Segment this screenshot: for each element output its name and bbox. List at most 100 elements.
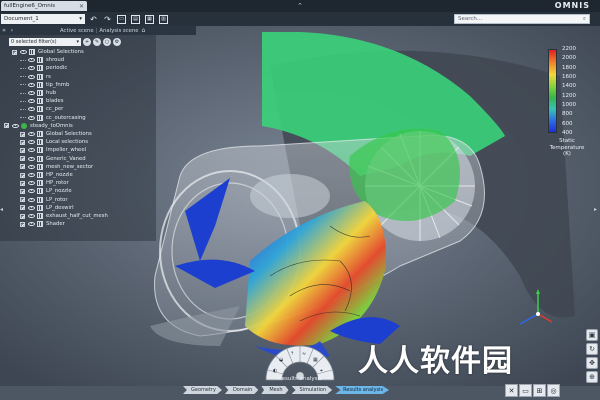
- workflow-step-geometry[interactable]: Geometry: [183, 386, 222, 394]
- checkbox[interactable]: [20, 131, 25, 137]
- checkbox[interactable]: [12, 49, 17, 55]
- checkbox[interactable]: [20, 188, 25, 194]
- eye-icon[interactable]: [28, 82, 35, 87]
- eye-icon[interactable]: [28, 164, 35, 169]
- tree-row[interactable]: Global Selections: [20, 130, 92, 138]
- right-collapse-icon[interactable]: ▸: [594, 206, 600, 213]
- collapse-chevron-icon[interactable]: ⌃: [294, 1, 306, 11]
- save-as-icon[interactable]: ▤: [130, 14, 141, 25]
- chevron-down-icon: ▾: [76, 39, 79, 45]
- checkbox[interactable]: [20, 172, 25, 178]
- workflow-step-simulation[interactable]: Simulation: [291, 386, 333, 394]
- tree-row[interactable]: blades: [20, 97, 63, 105]
- close-icon[interactable]: ✕: [79, 3, 84, 10]
- eye-icon[interactable]: [20, 50, 27, 54]
- eye-icon[interactable]: [28, 66, 35, 71]
- tree-row[interactable]: mesh_new_sector: [20, 163, 93, 171]
- eye-icon[interactable]: [28, 132, 35, 136]
- checkbox[interactable]: [4, 123, 9, 129]
- tree-row[interactable]: rs: [20, 73, 51, 81]
- filter-edit-icon[interactable]: ✎: [93, 38, 101, 46]
- tree-row[interactable]: HP_nozzle: [20, 171, 73, 179]
- zoom-icon[interactable]: ⊕: [586, 371, 598, 383]
- export-icon[interactable]: ▦: [144, 14, 155, 25]
- eye-icon[interactable]: [28, 181, 35, 186]
- analysis-scene-tab[interactable]: Analysis scene: [99, 28, 138, 34]
- eye-icon[interactable]: [28, 205, 35, 210]
- checkbox[interactable]: [20, 180, 25, 186]
- tree-row-label: steady_toOmnis: [30, 122, 73, 129]
- checkbox[interactable]: [20, 197, 25, 203]
- back-arrow-icon[interactable]: «: [0, 27, 8, 34]
- pan-icon[interactable]: ✥: [586, 357, 598, 369]
- layout-icon[interactable]: ▥: [158, 14, 169, 25]
- view-cube-icon[interactable]: ▣: [586, 329, 598, 341]
- tree-row[interactable]: steady_toOmnis: [4, 122, 73, 130]
- tree-row-label: LP_nozzle: [46, 188, 72, 195]
- tree-row[interactable]: shroud: [20, 56, 64, 64]
- checkbox[interactable]: [20, 147, 25, 153]
- eye-icon[interactable]: [28, 214, 35, 218]
- checkbox[interactable]: [20, 221, 25, 227]
- tree-row[interactable]: LP_deswirl: [20, 204, 74, 212]
- workflow-step-results-analysis[interactable]: Results analysis: [335, 386, 390, 394]
- eye-icon[interactable]: [12, 123, 19, 128]
- filter-clear-icon[interactable]: ○: [103, 38, 111, 46]
- document-tab[interactable]: fullEngine6_Omnis ✕: [1, 1, 87, 11]
- checkbox[interactable]: [20, 213, 25, 219]
- tree-row[interactable]: tip_fnmb: [20, 81, 69, 89]
- tree-row[interactable]: Generic_Vaned: [20, 155, 86, 163]
- filter-select[interactable]: 0 selected filter(s) ▾: [9, 38, 81, 46]
- eye-icon[interactable]: [28, 58, 35, 63]
- tree-row[interactable]: cc_outercasing: [20, 114, 86, 122]
- eye-icon[interactable]: [28, 99, 35, 104]
- eye-icon[interactable]: [28, 74, 35, 79]
- left-collapse-icon[interactable]: ◂: [0, 206, 6, 213]
- tree-row[interactable]: Local selections: [20, 138, 88, 146]
- eye-icon[interactable]: [28, 189, 35, 194]
- tree-row[interactable]: hub: [20, 89, 56, 97]
- tree-row-label: HP_nozzle: [46, 172, 73, 178]
- tree-row[interactable]: LP_rotor: [20, 196, 68, 204]
- rotate-icon[interactable]: ↻: [586, 343, 598, 355]
- tree-row[interactable]: Global Selections: [12, 48, 84, 56]
- tree-row[interactable]: periodic: [20, 64, 67, 72]
- eye-icon[interactable]: [28, 115, 35, 120]
- eye-icon[interactable]: [28, 148, 35, 153]
- probe-icon[interactable]: ◎: [547, 384, 560, 397]
- filter-add-icon[interactable]: +: [83, 38, 91, 46]
- axis-triad[interactable]: [512, 288, 554, 332]
- workflow-step-mesh[interactable]: Mesh: [261, 386, 289, 394]
- tree-row[interactable]: cc_per: [20, 105, 63, 113]
- measure-icon[interactable]: ⊞: [533, 384, 546, 397]
- close-results-icon[interactable]: ✕: [505, 384, 518, 397]
- undo-icon[interactable]: ↶: [88, 14, 99, 25]
- checkbox[interactable]: [20, 156, 25, 162]
- workflow-step-domain[interactable]: Domain: [224, 386, 259, 394]
- tree-row[interactable]: exhaust_half_cut_mesh: [20, 212, 108, 220]
- tree-row[interactable]: LP_nozzle: [20, 187, 72, 195]
- forward-arrow-icon[interactable]: ›: [8, 27, 16, 34]
- eye-icon[interactable]: [28, 140, 35, 145]
- camera-icon[interactable]: ⌂: [141, 27, 145, 34]
- eye-icon[interactable]: [28, 173, 35, 177]
- tree-row[interactable]: Impeller_wheel: [20, 146, 86, 154]
- eye-icon[interactable]: [28, 197, 35, 202]
- snapshot-icon[interactable]: ▭: [519, 384, 532, 397]
- eye-icon[interactable]: [28, 222, 35, 227]
- checkbox[interactable]: [20, 205, 25, 211]
- checkbox[interactable]: [20, 164, 25, 170]
- eye-icon[interactable]: [28, 91, 35, 95]
- tree-row[interactable]: Shader: [20, 220, 65, 228]
- mesh-icon: [37, 196, 43, 203]
- redo-icon[interactable]: ↷: [102, 14, 113, 25]
- checkbox[interactable]: [20, 139, 25, 145]
- x-axis-line: [537, 313, 553, 323]
- search-input[interactable]: Search... ⌕: [454, 14, 590, 24]
- eye-icon[interactable]: [28, 107, 35, 112]
- tree-row[interactable]: HP_rotor: [20, 179, 69, 187]
- save-icon[interactable]: ▭: [116, 14, 127, 25]
- filter-settings-icon[interactable]: ⚙: [113, 38, 121, 46]
- eye-icon[interactable]: [28, 156, 35, 161]
- document-select[interactable]: Document_1 ▾: [1, 14, 85, 24]
